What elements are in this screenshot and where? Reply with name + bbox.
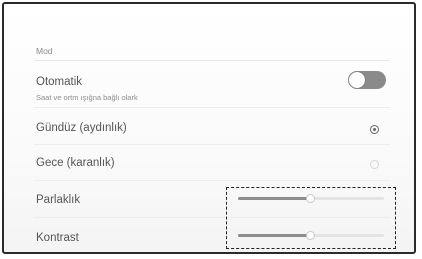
row-divider [34, 107, 390, 108]
night-mode-radio[interactable] [370, 160, 379, 169]
contrast-slider-thumb[interactable] [305, 231, 315, 240]
day-mode-radio[interactable] [370, 125, 379, 134]
display-settings-panel: Mod Otomatik Saat ve ortm ışığna bağlı o… [2, 2, 416, 254]
night-mode-label: Gece (karanlık) [36, 157, 115, 169]
auto-mode-toggle[interactable] [348, 71, 386, 89]
brightness-slider-thumb[interactable] [305, 194, 315, 203]
brightness-slider[interactable] [238, 194, 384, 203]
auto-mode-subtitle: Saat ve ortm ışığna bağlı olark [36, 93, 138, 102]
auto-mode-title: Otomatik [36, 76, 83, 88]
section-divider [34, 60, 390, 61]
row-divider [34, 144, 390, 145]
toggle-knob [349, 72, 365, 88]
contrast-label: Kontrast [36, 232, 79, 244]
brightness-label: Parlaklık [36, 194, 81, 206]
day-mode-label: Gündüz (aydınlık) [36, 122, 127, 134]
contrast-slider[interactable] [238, 231, 384, 240]
row-divider [34, 180, 390, 181]
contrast-slider-fill [238, 234, 310, 237]
brightness-slider-fill [238, 197, 310, 200]
section-label: Mod [36, 46, 53, 56]
